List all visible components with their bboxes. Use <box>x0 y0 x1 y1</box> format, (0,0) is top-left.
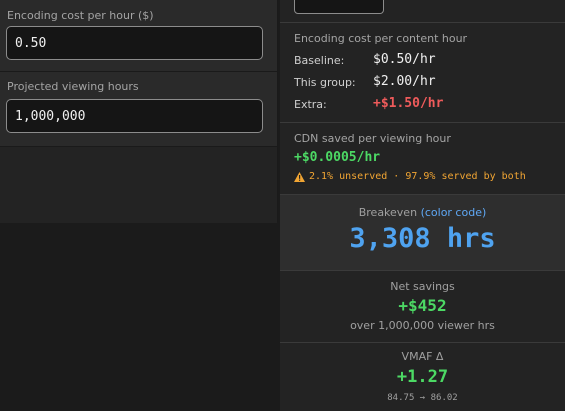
cdn-title: CDN saved per viewing hour <box>294 132 451 145</box>
cdn-section: CDN saved per viewing hour +$0.0005/hr 2… <box>280 122 565 194</box>
extra-value: +$1.50/hr <box>373 96 444 111</box>
color-code-link[interactable]: (color code) <box>421 206 487 219</box>
encoding-cost-section: Encoding cost per content hour Baseline:… <box>280 22 565 122</box>
cdn-warning-text: 2.1% unserved · 97.9% served by both <box>309 171 526 182</box>
input-panel: Encoding cost per hour ($) 0.50 Projecte… <box>0 0 278 223</box>
field-divider <box>0 71 277 72</box>
viewing-hours-input[interactable]: 1,000,000 <box>6 99 263 133</box>
cdn-warning: 2.1% unserved · 97.9% served by both <box>294 171 526 182</box>
input-panel-footer <box>0 146 277 223</box>
encoding-cost-section-title: Encoding cost per content hour <box>294 32 468 45</box>
net-savings-section: Net savings +$452 over 1,000,000 viewer … <box>280 270 565 342</box>
breakeven-section: Breakeven (color code) 3,308 hrs <box>280 194 565 270</box>
viewing-hours-label: Projected viewing hours <box>7 80 139 93</box>
encoding-cost-input[interactable]: 0.50 <box>6 26 263 60</box>
this-group-key: This group: <box>294 76 356 89</box>
breakeven-label: Breakeven <box>358 206 418 219</box>
breakeven-value: 3,308 hrs <box>349 223 496 254</box>
top-control-button[interactable] <box>294 0 384 14</box>
encoding-cost-label: Encoding cost per hour ($) <box>7 9 154 22</box>
vmaf-section: VMAF Δ +1.27 84.75 → 86.02 <box>280 342 565 411</box>
extra-key: Extra: <box>294 98 327 111</box>
this-group-value: $2.00/hr <box>373 74 436 89</box>
net-savings-label: Net savings <box>390 280 455 293</box>
warning-icon <box>294 171 305 182</box>
results-panel: Encoding cost per content hour Baseline:… <box>280 0 565 411</box>
net-savings-sub: over 1,000,000 viewer hrs <box>350 319 495 332</box>
cdn-value: +$0.0005/hr <box>294 150 381 165</box>
vmaf-value: +1.27 <box>396 367 449 387</box>
baseline-value: $0.50/hr <box>373 52 436 67</box>
net-savings-value: +$452 <box>398 296 447 315</box>
baseline-key: Baseline: <box>294 54 345 67</box>
vmaf-label: VMAF Δ <box>401 350 444 363</box>
vmaf-sub: 84.75 → 86.02 <box>387 393 458 403</box>
breakeven-header: Breakeven (color code) <box>280 206 565 219</box>
